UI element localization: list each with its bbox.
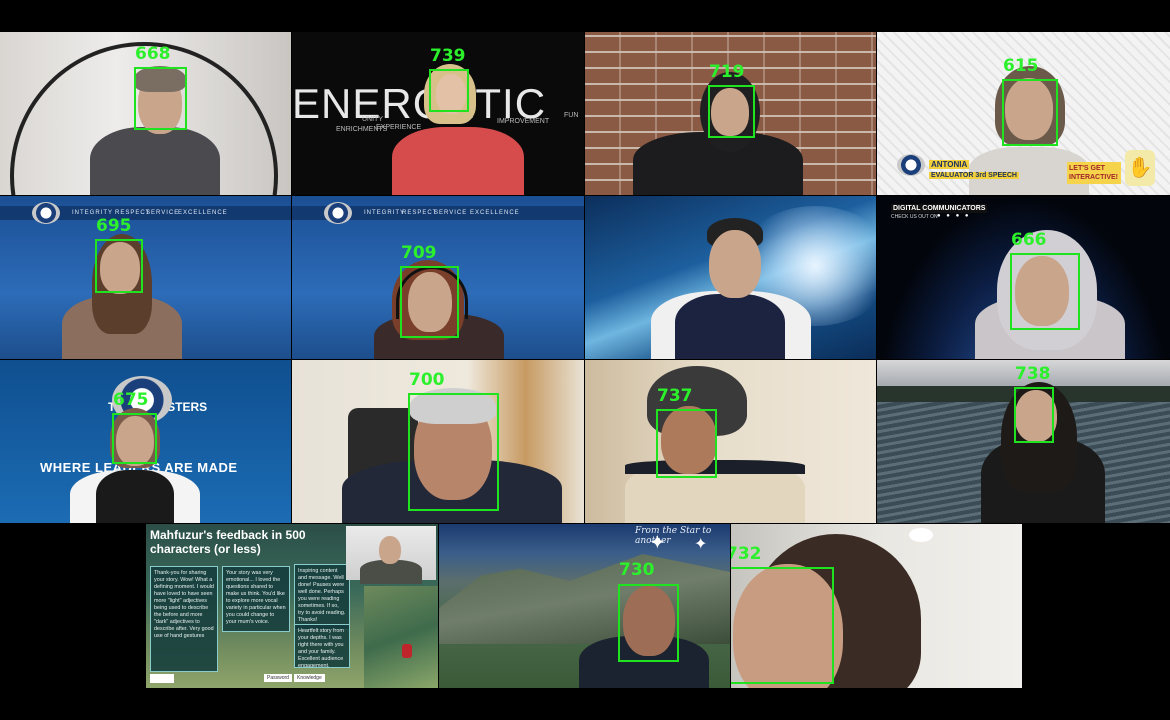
knowledge-button[interactable]: Knowledge (294, 674, 325, 682)
banner-word: IMPROVEMENT (497, 118, 550, 125)
face-id-label: 719 (709, 62, 745, 82)
shared-screen-feedback[interactable]: Mahfuzur's feedback in 500 characters (o… (146, 524, 438, 688)
video-tile-2[interactable]: ENERGETIC ENRICHMENTS UNITY EXPERIENCE I… (292, 32, 584, 195)
video-tile-10[interactable]: 700 (292, 360, 584, 523)
video-tile-5[interactable]: INTEGRITY RESPECT SERVICE EXCELLENCE 695 (0, 196, 291, 359)
face-id-label: 695 (96, 216, 132, 236)
participant-body (90, 127, 220, 195)
face-detection-box (134, 67, 187, 130)
cliff-image (364, 586, 438, 688)
toastmasters-logo (897, 154, 925, 176)
video-tile-9[interactable]: TOASTMASTERS WHERE LEADERS ARE MADE 675 (0, 360, 291, 523)
video-tile-6[interactable]: INTEGRITY RESPECT SERVICE EXCELLENCE 709 (292, 196, 584, 359)
face-detection-box (656, 409, 717, 478)
ceiling-light (909, 528, 933, 542)
face-detection-box (1010, 253, 1080, 330)
video-tile-7[interactable] (585, 196, 876, 359)
feedback-note: Inspiring content and message. Well done… (294, 564, 350, 630)
face-id-label: 709 (401, 243, 437, 263)
cta-text: LET'S GET INTERACTIVE! (1067, 162, 1121, 184)
banner-word: UNITY (362, 116, 383, 123)
toastmasters-logo (32, 202, 60, 224)
banner-word: EXPERIENCE (376, 124, 422, 131)
participant-body (392, 127, 524, 195)
toastmasters-logo (324, 202, 352, 224)
face-detection-box (708, 85, 755, 138)
banner-word: FUN (564, 112, 579, 119)
participant-vest (675, 294, 785, 359)
face-id-label: 668 (135, 44, 171, 64)
face-id-label: 739 (430, 46, 466, 66)
participant-head (709, 230, 761, 298)
face-detection-box (618, 584, 679, 662)
participant-head (379, 536, 401, 564)
video-tile-15[interactable]: 732 (731, 524, 1022, 688)
face-detection-box (400, 266, 459, 338)
self-view-thumbnail[interactable] (346, 526, 436, 584)
face-detection-box (429, 69, 469, 112)
face-id-label: 615 (1003, 56, 1039, 76)
face-detection-box (112, 413, 157, 464)
face-id-label: 730 (619, 560, 655, 580)
video-tile-4[interactable]: ANTONIA EVALUATOR 3rd SPEECH LET'S GET I… (877, 32, 1170, 195)
brand-title: DIGITAL COMMUNICATORS (891, 204, 988, 213)
video-tile-14[interactable]: From the Star to another ✦ ✦ 730 (439, 524, 730, 688)
star-icon: ✦ (694, 536, 708, 553)
feedback-note: Your story was very emotional... I loved… (222, 566, 290, 632)
face-id-label: 666 (1011, 230, 1047, 250)
speaker-role: EVALUATOR 3rd SPEECH (929, 172, 1019, 179)
speaker-name: ANTONIA (929, 160, 970, 169)
feedback-note: Thank-you for sharing your story. Wow! W… (150, 566, 218, 672)
face-id-label: 738 (1015, 364, 1051, 384)
star-icon: ✦ (649, 532, 666, 554)
social-icons: ● ● ● ● (937, 213, 971, 219)
hiker-figure (402, 644, 412, 658)
face-id-label: 737 (657, 386, 693, 406)
video-tile-3[interactable]: 719 (585, 32, 876, 195)
face-id-label: 700 (409, 370, 445, 390)
hand-icon: ✋ (1125, 150, 1155, 186)
video-tile-1[interactable]: 668 (0, 32, 291, 195)
feedback-note: Heartfelt story from your depths. I was … (294, 624, 350, 668)
face-id-label: 675 (113, 390, 149, 410)
mountain-shape (439, 554, 730, 644)
value-text: INTEGRITY (364, 210, 406, 216)
face-detection-box (408, 393, 499, 511)
social-text: CHECK US OUT ON (891, 214, 938, 220)
password-button[interactable]: Password (264, 674, 292, 682)
face-id-label: 732 (731, 544, 762, 564)
face-detection-box (95, 239, 143, 293)
value-text: EXCELLENCE (470, 210, 520, 216)
face-detection-box (1014, 387, 1054, 443)
value-text: SERVICE (146, 210, 180, 216)
value-text: EXCELLENCE (178, 210, 228, 216)
participant-vest (96, 470, 174, 523)
feedback-button[interactable] (150, 674, 174, 683)
video-tile-8[interactable]: DIGITAL COMMUNICATORS CHECK US OUT ON ● … (877, 196, 1170, 359)
face-detection-box (1002, 79, 1058, 146)
face-detection-box (731, 567, 834, 684)
value-text: SERVICE (434, 210, 468, 216)
video-tile-11[interactable]: 737 (585, 360, 876, 523)
video-tile-12[interactable]: 738 (877, 360, 1170, 523)
value-text: RESPECT (402, 210, 438, 216)
feedback-title: Mahfuzur's feedback in 500 characters (o… (150, 528, 306, 556)
